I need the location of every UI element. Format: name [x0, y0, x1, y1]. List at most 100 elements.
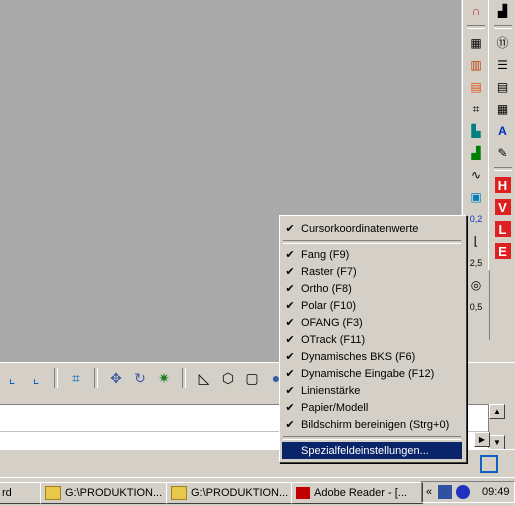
check-icon: ✔ [285, 249, 295, 261]
menu-item-polar[interactable]: ✔ Polar (F10) [282, 297, 462, 314]
block-orange-icon[interactable]: ▤ [465, 77, 487, 97]
box-icon[interactable]: ⬡ [217, 367, 239, 389]
task-button-folder-2[interactable]: G:\PRODUKTION... [166, 482, 294, 504]
circle-dim-icon[interactable]: ◎ [465, 275, 487, 295]
ucs-icon[interactable]: ⌞ [1, 367, 23, 389]
red-l-label: L [494, 221, 511, 237]
scroll-down-icon[interactable]: ▼ [489, 435, 505, 450]
menu-item-label: Bildschirm bereinigen (Strg+0) [301, 418, 450, 431]
task-button-adobe-reader[interactable]: Adobe Reader - [... [291, 482, 423, 504]
menu-item-cursorkoordinatenwerte[interactable]: ✔ Cursorkoordinatenwerte [282, 220, 462, 237]
toolbar-separator [467, 25, 485, 29]
render-icon[interactable]: ✷ [153, 367, 175, 389]
tray-expand-button[interactable]: « [422, 486, 436, 498]
network-icon[interactable] [438, 485, 452, 499]
ucs-world-icon[interactable]: ⌗ [65, 367, 87, 389]
task-button-folder-1[interactable]: G:\PRODUKTION... [40, 482, 168, 504]
check-icon: ✔ [285, 351, 295, 363]
red-v-button[interactable]: V [492, 197, 514, 217]
menu-item-linienstaerke[interactable]: ✔ Linienstärke [282, 382, 462, 399]
note-icon[interactable]: ✎ [492, 143, 514, 163]
layer-props-icon[interactable]: ▦ [465, 33, 487, 53]
dim-angle-icon[interactable]: 0,2 [465, 209, 487, 229]
adobe-reader-icon [296, 487, 310, 499]
bluetooth-icon[interactable] [456, 485, 470, 499]
menu-item-label: Raster (F7) [301, 265, 357, 278]
stack-icon[interactable]: ☰ [492, 55, 514, 75]
menu-item-label: Cursorkoordinatenwerte [301, 222, 419, 235]
clock: 09:49 [482, 486, 510, 498]
ucs-previous-icon[interactable]: ⌞ [25, 367, 47, 389]
menu-item-label: OFANG (F3) [301, 316, 363, 329]
check-icon: ✔ [285, 385, 295, 397]
red-l-button[interactable]: L [492, 219, 514, 239]
system-tray: « 09:49 [421, 481, 515, 503]
lineweight-icon[interactable]: 0,5 [465, 297, 487, 317]
menu-item-ortho[interactable]: ✔ Ortho (F8) [282, 280, 462, 297]
text-icon[interactable]: A [492, 121, 514, 141]
task-label: Adobe Reader - [... [314, 487, 407, 499]
menu-item-spezialfeldeinstellungen[interactable]: Spezialfeldeinstellungen... [282, 442, 462, 459]
table-icon[interactable]: ▦ [492, 99, 514, 119]
menu-item-otrack[interactable]: ✔ OTrack (F11) [282, 331, 462, 348]
cube-icon[interactable]: ▢ [241, 367, 263, 389]
folder-icon [171, 486, 187, 500]
dim-linear-icon[interactable]: ▙ [465, 121, 487, 141]
command-scrollbar[interactable]: ▲ ▼ [488, 404, 505, 450]
check-icon: ✔ [285, 283, 295, 295]
red-h-label: H [494, 177, 511, 193]
check-icon: ✔ [285, 368, 295, 380]
red-e-label: E [494, 243, 511, 259]
hide-icon[interactable]: ◺ [193, 367, 215, 389]
fullscreen-icon[interactable] [480, 455, 498, 473]
menu-item-label: Papier/Modell [301, 401, 369, 414]
menu-item-dynamisches-bks[interactable]: ✔ Dynamisches BKS (F6) [282, 348, 462, 365]
orbit-icon[interactable]: ↻ [129, 367, 151, 389]
red-v-label: V [494, 199, 511, 215]
hatch-icon[interactable]: ⌗ [465, 99, 487, 119]
menu-separator [283, 240, 461, 244]
dim-box-icon[interactable]: ▣ [465, 187, 487, 207]
menu-separator [283, 436, 461, 440]
pan-icon[interactable]: ✥ [105, 367, 127, 389]
scroll-up-icon[interactable]: ▲ [489, 404, 505, 419]
check-icon: ✔ [285, 334, 295, 346]
check-icon: ✔ [285, 402, 295, 414]
check-icon: ✔ [285, 300, 295, 312]
check-icon: ✔ [285, 266, 295, 278]
status-bar-context-menu: ✔ Cursorkoordinatenwerte ✔ Fang (F9) ✔ Rast… [279, 215, 467, 463]
scale-icon[interactable]: 2,5 [465, 253, 487, 273]
check-icon: ✔ [285, 223, 295, 235]
menu-item-papier-modell[interactable]: ✔ Papier/Modell [282, 399, 462, 416]
snap-magnet-icon[interactable]: ∩ [465, 1, 487, 21]
menu-item-label: Dynamische Eingabe (F12) [301, 367, 435, 380]
red-h-button[interactable]: H [492, 175, 514, 195]
taskbar: rd G:\PRODUKTION... G:\PRODUKTION... Ado… [0, 477, 515, 506]
dim-step-icon[interactable]: ▟ [465, 143, 487, 163]
task-label: G:\PRODUKTION... [65, 487, 163, 499]
match-props-icon[interactable]: ▟ [492, 1, 514, 21]
numbered-icon[interactable]: ⑪ [492, 33, 514, 53]
toolbar-separator [493, 167, 512, 171]
menu-item-fang[interactable]: ✔ Fang (F9) [282, 246, 462, 263]
block-red-icon[interactable]: ▥ [465, 55, 487, 75]
menu-item-label: Dynamisches BKS (F6) [301, 350, 416, 363]
menu-item-bildschirm-bereinigen[interactable]: ✔ Bildschirm bereinigen (Strg+0) [282, 416, 462, 433]
check-icon: ✔ [285, 317, 295, 329]
check-icon: ✔ [285, 419, 295, 431]
menu-item-raster[interactable]: ✔ Raster (F7) [282, 263, 462, 280]
scroll-right-icon[interactable]: ▶ [474, 432, 490, 447]
menu-item-label: Polar (F10) [301, 299, 357, 312]
task-button-word[interactable]: rd [0, 482, 41, 504]
spline-icon[interactable]: ∿ [465, 165, 487, 185]
toolbar-separator [54, 368, 58, 388]
align-icon[interactable]: ▤ [492, 77, 514, 97]
menu-item-label: Spezialfeldeinstellungen... [301, 444, 429, 457]
leader-icon[interactable]: ⌊ [465, 231, 487, 251]
menu-item-label: Ortho (F8) [301, 282, 352, 295]
menu-item-dynamische-eingabe[interactable]: ✔ Dynamische Eingabe (F12) [282, 365, 462, 382]
properties-toolbar: ▟ ⑪ ☰ ▤ ▦ A ✎ H V L E [488, 0, 515, 270]
red-e-button[interactable]: E [492, 241, 514, 261]
menu-item-label: OTrack (F11) [301, 333, 366, 346]
menu-item-ofang[interactable]: ✔ OFANG (F3) [282, 314, 462, 331]
